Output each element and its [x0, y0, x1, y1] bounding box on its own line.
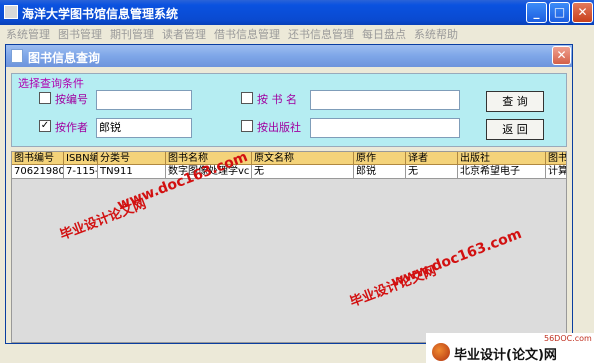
column-header[interactable]: 译者 — [406, 152, 458, 165]
back-button[interactable]: 返 回 — [486, 119, 544, 140]
logo-disc-icon — [432, 343, 450, 361]
child-title-bar[interactable]: 图书信息查询 ✕ — [6, 45, 572, 67]
table-cell[interactable]: 7-115- — [64, 165, 98, 179]
menu-journals[interactable]: 期刊管理 — [110, 26, 154, 42]
book-query-window: 图书信息查询 ✕ 选择查询条件 按编号 按 书 名 查 询 ✓ 按作者 郎锐 按… — [5, 44, 573, 344]
title-checkbox[interactable] — [241, 92, 253, 104]
column-header[interactable]: 原文名称 — [252, 152, 354, 165]
menu-books[interactable]: 图书管理 — [58, 26, 102, 42]
column-header[interactable]: 图书编号 — [12, 152, 64, 165]
table-cell[interactable]: 70621980 — [12, 165, 64, 179]
table-cell[interactable]: 北京希望电子 — [458, 165, 546, 179]
menu-daily-inventory[interactable]: 每日盘点 — [362, 26, 406, 42]
table-cell[interactable]: TN911 — [98, 165, 166, 179]
column-header[interactable]: 分类号 — [98, 152, 166, 165]
column-header[interactable]: 图书 — [546, 152, 566, 165]
footer-brand: 毕业设计(论文)网 — [454, 348, 557, 363]
author-label: 按作者 — [55, 121, 88, 134]
author-checkbox[interactable]: ✓ — [39, 120, 51, 132]
title-input[interactable] — [310, 90, 460, 110]
close-button[interactable]: ✕ — [572, 2, 593, 23]
app-title-bar[interactable]: 海洋大学图书馆信息管理系统 _ □ ✕ — [0, 0, 594, 25]
number-label: 按编号 — [55, 93, 88, 106]
publisher-label: 按出版社 — [257, 121, 301, 134]
child-title: 图书信息查询 — [28, 51, 101, 65]
footer-logo: 56DOC.com 毕业设计(论文)网 — [426, 333, 594, 363]
menu-readers[interactable]: 读者管理 — [162, 26, 206, 42]
maximize-button[interactable]: □ — [549, 2, 570, 23]
column-header[interactable]: 出版社 — [458, 152, 546, 165]
menubar: 系统管理 图书管理 期刊管理 读者管理 借书信息管理 还书信息管理 每日盘点 系… — [0, 25, 594, 42]
author-input[interactable]: 郎锐 — [96, 118, 192, 138]
number-input[interactable] — [96, 90, 192, 110]
table-cell[interactable]: 计算 — [546, 165, 566, 179]
child-close-button[interactable]: ✕ — [552, 46, 571, 65]
document-icon — [11, 49, 23, 63]
query-legend: 选择查询条件 — [18, 77, 84, 90]
publisher-input[interactable] — [310, 118, 460, 138]
app-icon — [4, 5, 18, 19]
table-cell[interactable]: 郎锐 — [354, 165, 406, 179]
column-header[interactable]: 原作 — [354, 152, 406, 165]
footer-site: 56DOC.com — [544, 334, 592, 343]
title-label: 按 书 名 — [257, 93, 297, 106]
column-header[interactable]: ISBN编号 — [64, 152, 98, 165]
table-cell[interactable]: 无 — [406, 165, 458, 179]
menu-return[interactable]: 还书信息管理 — [288, 26, 354, 42]
app-title: 海洋大学图书馆信息管理系统 — [22, 7, 179, 21]
publisher-checkbox[interactable] — [241, 120, 253, 132]
query-button[interactable]: 查 询 — [486, 91, 544, 112]
number-checkbox[interactable] — [39, 92, 51, 104]
table-cell[interactable]: 无 — [252, 165, 354, 179]
minimize-button[interactable]: _ — [526, 2, 547, 23]
query-conditions-panel: 选择查询条件 按编号 按 书 名 查 询 ✓ 按作者 郎锐 按出版社 返 回 — [11, 73, 567, 147]
menu-system[interactable]: 系统管理 — [6, 26, 50, 42]
menu-help[interactable]: 系统帮助 — [414, 26, 458, 42]
menu-borrow[interactable]: 借书信息管理 — [214, 26, 280, 42]
